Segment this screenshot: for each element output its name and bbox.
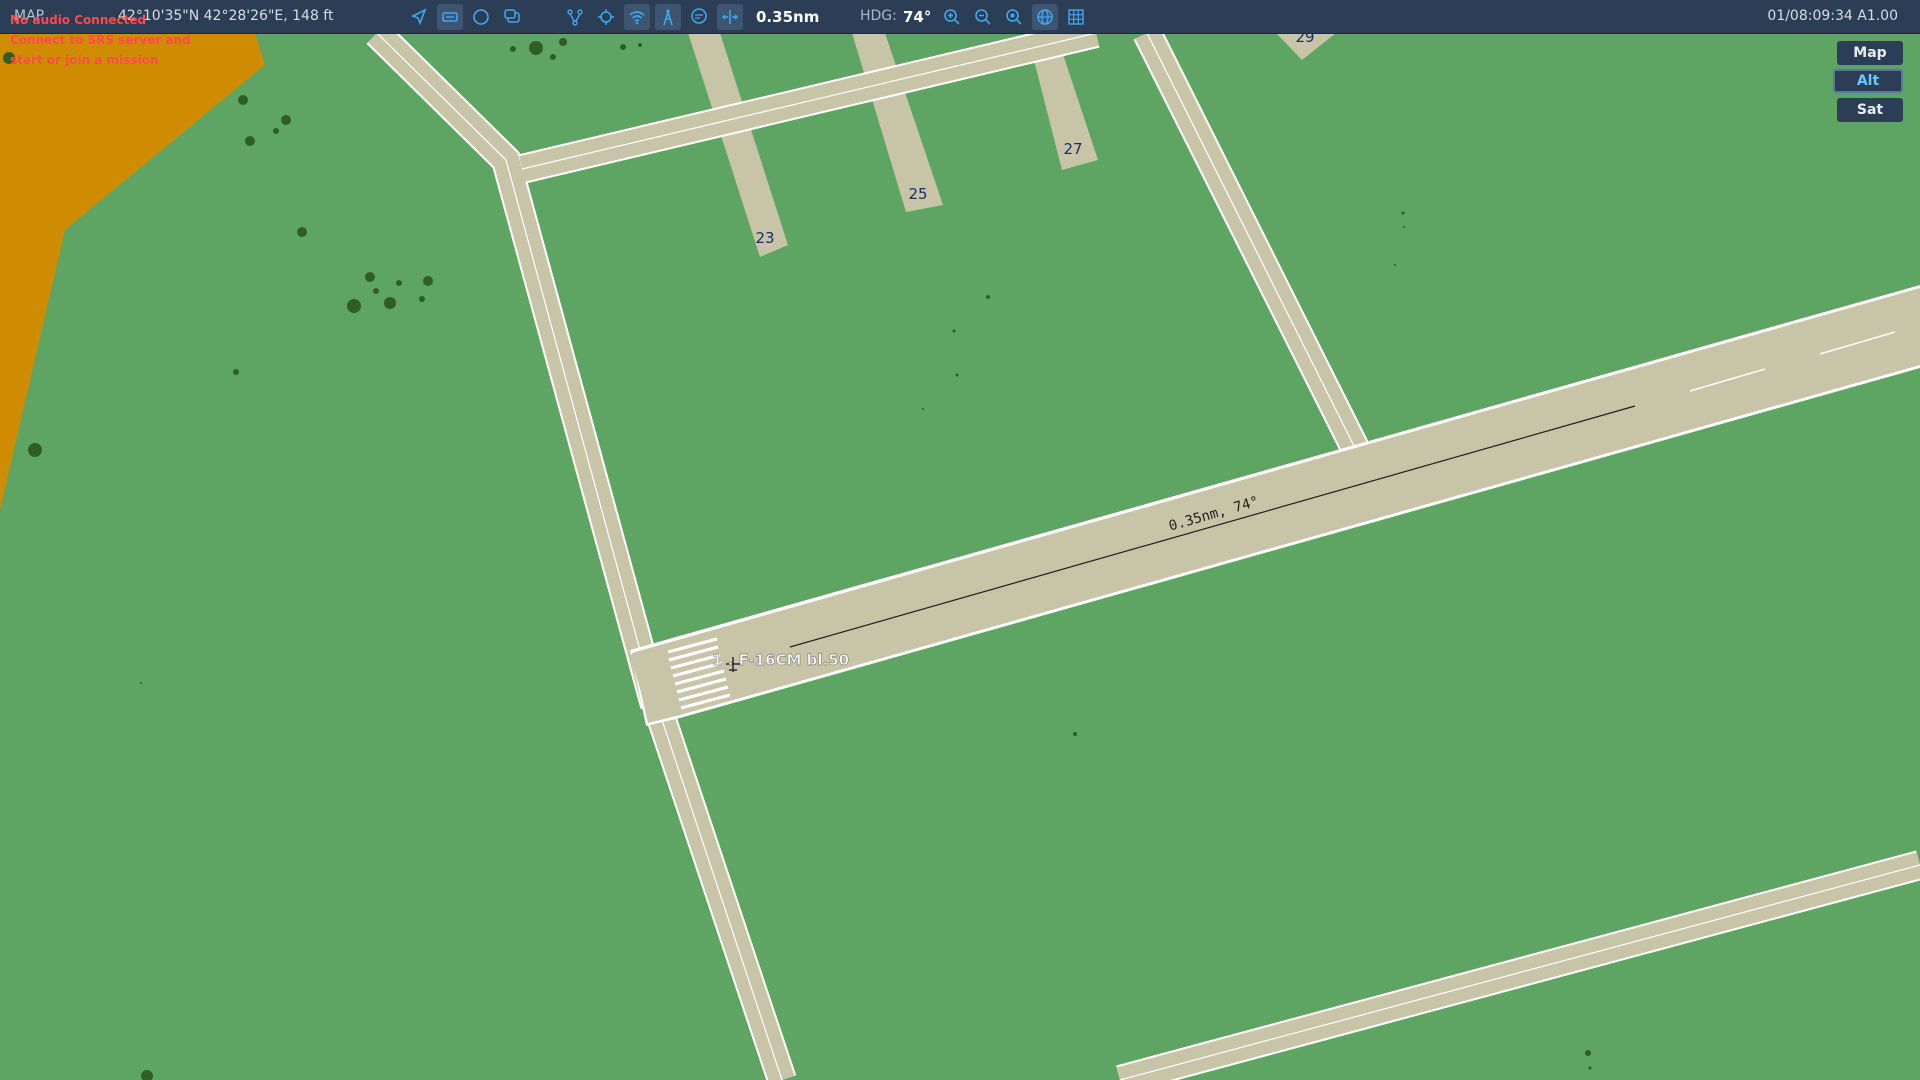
- srs-warning-line1: Connect to SRS server and: [10, 33, 191, 47]
- warning-messages: No audio Connected Connect to SRS server…: [10, 10, 191, 70]
- parking-label-23: 23: [755, 229, 774, 247]
- zoom-in-icon[interactable]: [939, 4, 965, 30]
- map-canvas[interactable]: 0.35nm, 74° 23 25 27 29 1 . F-16CM bl.50: [0, 0, 1920, 1080]
- layer-alt-button[interactable]: Alt: [1833, 69, 1903, 93]
- mission-time: 01/08:09:34 A1.00: [1767, 8, 1898, 24]
- keyboard-icon[interactable]: [437, 4, 463, 30]
- circle-icon[interactable]: [468, 4, 494, 30]
- layer-map-button[interactable]: Map: [1837, 41, 1903, 65]
- srs-warning-line2: start or join a mission: [10, 53, 159, 67]
- aircraft-marker[interactable]: 1 . F-16CM bl.50: [712, 651, 849, 672]
- navigate-arrow-icon[interactable]: [406, 4, 432, 30]
- parking-label-27: 27: [1063, 140, 1082, 158]
- heading-label: HDG:: [860, 8, 897, 24]
- waypoints-icon[interactable]: [562, 4, 588, 30]
- zoom-out-icon[interactable]: [970, 4, 996, 30]
- parking-label-25: 25: [908, 185, 927, 203]
- wifi-icon[interactable]: [624, 4, 650, 30]
- top-toolbar: MAP 42°10'35"N 42°28'26"E, 148 ft 0.35nm…: [0, 0, 1920, 34]
- chat-icon[interactable]: [686, 4, 712, 30]
- layers-icon[interactable]: [499, 4, 525, 30]
- crosshair-icon[interactable]: [593, 4, 619, 30]
- radio-tower-icon[interactable]: [655, 4, 681, 30]
- aircraft-label: 1 . F-16CM bl.50: [712, 651, 849, 669]
- heading-value: 74°: [903, 8, 932, 26]
- audio-warning: No audio Connected: [10, 13, 147, 27]
- split-arrows-icon[interactable]: [717, 4, 743, 30]
- zoom-fit-icon[interactable]: [1001, 4, 1027, 30]
- layer-sat-button[interactable]: Sat: [1837, 98, 1903, 122]
- grass-area: [0, 0, 1920, 1080]
- globe-icon[interactable]: [1032, 4, 1058, 30]
- scale-distance: 0.35nm: [756, 8, 820, 26]
- grid-icon[interactable]: [1063, 4, 1089, 30]
